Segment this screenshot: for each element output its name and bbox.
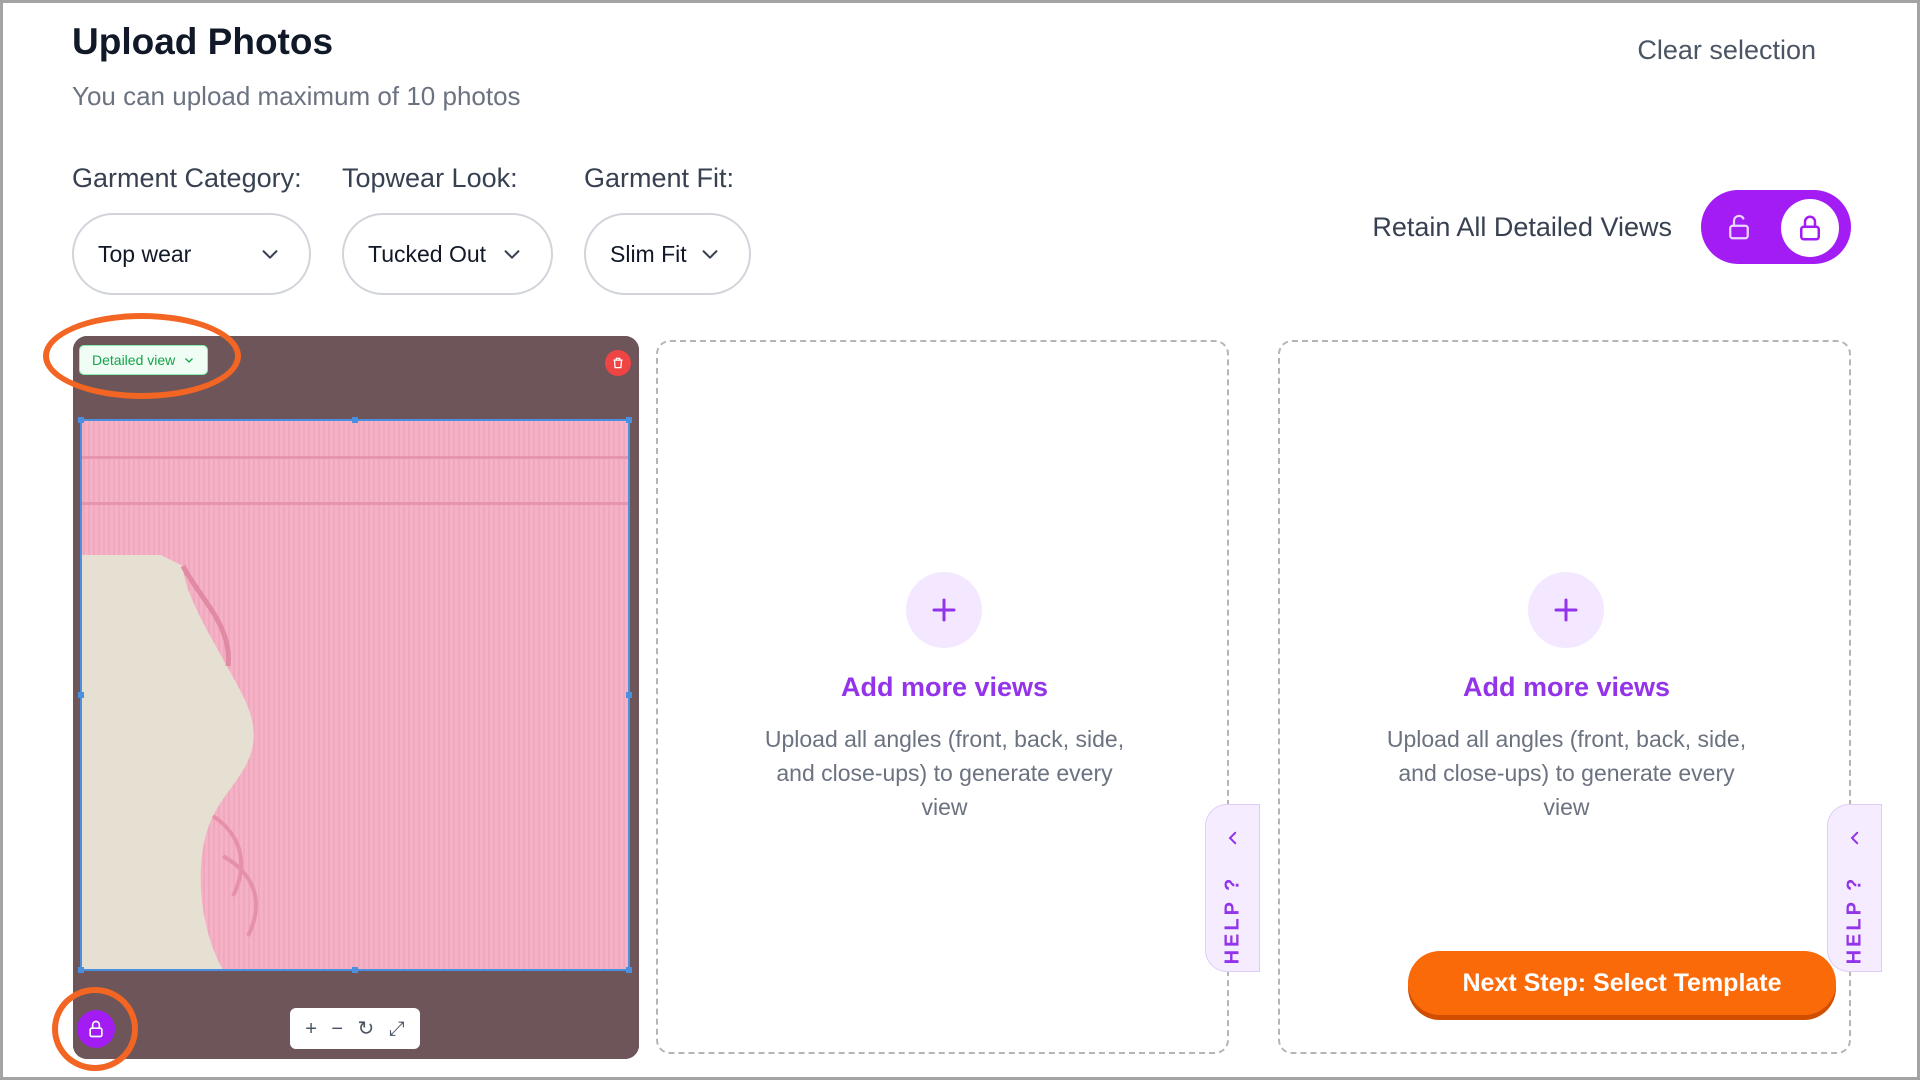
help-label: HELP ? — [1843, 875, 1866, 965]
trash-icon — [613, 357, 623, 369]
garment-fit-select[interactable]: Slim Fit — [584, 213, 751, 295]
delete-photo-button[interactable] — [605, 350, 631, 376]
add-more-views-description: Upload all angles (front, back, side, an… — [764, 726, 1125, 820]
plus-icon — [932, 598, 956, 622]
garment-category-value: Top wear — [98, 240, 192, 267]
add-view-button[interactable] — [1528, 572, 1604, 648]
add-view-button[interactable] — [906, 572, 982, 648]
retain-detailed-views-toggle[interactable] — [1701, 190, 1851, 264]
next-step-button[interactable]: Next Step: Select Template — [1408, 951, 1836, 1015]
view-type-dropdown[interactable]: Detailed view — [79, 345, 209, 375]
uploaded-photo-card[interactable] — [73, 336, 639, 1059]
reset-button[interactable]: ↻ — [358, 1019, 375, 1039]
garment-fit-label: Garment Fit: — [584, 163, 735, 193]
chevron-left-icon — [1228, 831, 1237, 845]
chevron-down-icon — [262, 250, 278, 259]
clear-selection-button[interactable]: Clear selection — [1637, 35, 1816, 66]
add-more-views-title[interactable]: Add more views — [1280, 672, 1853, 703]
chevron-left-icon — [1850, 831, 1859, 845]
unlock-icon — [1719, 207, 1759, 247]
lock-icon — [89, 1020, 103, 1038]
lock-icon — [1800, 215, 1820, 241]
chevron-down-icon — [185, 358, 194, 363]
chevron-down-icon — [504, 250, 520, 259]
garment-category-label: Garment Category: — [72, 163, 302, 193]
garment-category-select[interactable]: Top wear — [72, 213, 311, 295]
toggle-knob — [1781, 199, 1839, 257]
fullscreen-button[interactable]: ⤢ — [389, 1019, 405, 1039]
upload-card[interactable]: Add more views Upload all angles (front,… — [1278, 340, 1851, 1054]
view-type-label: Detailed view — [92, 352, 176, 368]
app-frame: Upload Photos You can upload maximum of … — [0, 0, 1920, 1080]
garment-photo — [73, 336, 639, 1059]
add-more-views-title[interactable]: Add more views — [658, 672, 1231, 703]
add-more-views-description: Upload all angles (front, back, side, an… — [1386, 726, 1747, 820]
zoom-out-button[interactable]: − — [331, 1019, 343, 1039]
plus-icon — [1554, 598, 1578, 622]
topwear-look-select[interactable]: Tucked Out — [342, 213, 553, 295]
page-subtitle: You can upload maximum of 10 photos — [72, 81, 521, 111]
page-title: Upload Photos — [72, 21, 334, 62]
topwear-look-label: Topwear Look: — [342, 163, 518, 193]
upload-card[interactable]: Add more views Upload all angles (front,… — [656, 340, 1229, 1054]
topwear-look-value: Tucked Out — [368, 240, 487, 267]
photo-lock-button[interactable] — [77, 1010, 115, 1048]
zoom-toolbar: + − ↻ ⤢ — [290, 1008, 420, 1049]
chevron-down-icon — [702, 250, 718, 259]
help-tab[interactable]: HELP ? — [1827, 804, 1882, 972]
help-tab[interactable]: HELP ? — [1205, 804, 1260, 972]
retain-detailed-views-label: Retain All Detailed Views — [1372, 212, 1672, 242]
zoom-in-button[interactable]: + — [305, 1019, 317, 1039]
garment-fit-value: Slim Fit — [610, 240, 687, 267]
help-label: HELP ? — [1221, 875, 1244, 965]
